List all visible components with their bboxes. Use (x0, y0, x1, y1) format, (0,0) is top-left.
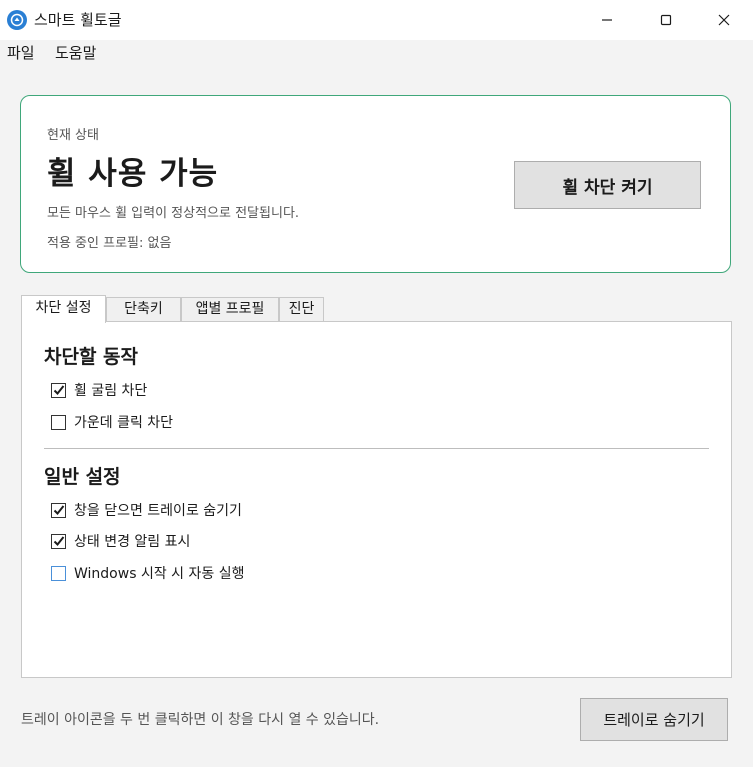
option-block-wheel-scroll[interactable]: 휠 굴림 차단 (51, 380, 147, 400)
status-heading: 휠 사용 가능 (47, 156, 219, 192)
minimize-button[interactable] (578, 0, 636, 40)
option-run-at-windows-startup[interactable]: Windows 시작 시 자동 실행 (51, 563, 244, 583)
general-settings-heading: 일반 설정 (44, 466, 121, 488)
option-label: Windows 시작 시 자동 실행 (74, 566, 245, 582)
checkbox[interactable] (51, 414, 66, 430)
hide-to-tray-button[interactable]: 트레이로 숨기기 (580, 698, 728, 741)
minimize-icon (602, 19, 612, 21)
option-hide-to-tray-on-close[interactable]: 창을 닫으면 트레이로 숨기기 (51, 500, 242, 520)
option-label: 창을 닫으면 트레이로 숨기기 (74, 503, 242, 519)
app-logo-icon (7, 10, 27, 30)
checkbox[interactable] (51, 565, 66, 581)
checkbox[interactable] (51, 382, 66, 398)
title-bar: 스마트 휠토글 (0, 0, 753, 40)
option-show-status-notifications[interactable]: 상태 변경 알림 표시 (51, 531, 190, 551)
window-title: 스마트 휠토글 (34, 11, 122, 29)
checkbox[interactable] (51, 502, 66, 518)
status-caption: 현재 상태 (47, 128, 99, 143)
option-label: 가운데 클릭 차단 (74, 415, 174, 431)
tab-diagnostics[interactable]: 진단 (279, 297, 324, 322)
option-label: 상태 변경 알림 표시 (74, 534, 191, 550)
menu-bar: 파일 도움말 (0, 40, 753, 72)
option-block-middle-click[interactable]: 가운데 클릭 차단 (51, 412, 173, 432)
section-divider (44, 448, 709, 449)
tab-block-settings[interactable]: 차단 설정 (21, 295, 106, 323)
maximize-button[interactable] (637, 0, 695, 40)
active-profile-text: 적용 중인 프로필: 없음 (47, 236, 172, 251)
close-icon (718, 14, 730, 26)
tab-shortcuts[interactable]: 단축키 (106, 297, 181, 322)
block-settings-panel: 차단할 동작 휠 굴림 차단 가운데 클릭 차단 일반 설정 창을 닫으면 트레… (21, 321, 732, 678)
close-button[interactable] (695, 0, 753, 40)
status-description: 모든 마우스 휠 입력이 정상적으로 전달됩니다. (47, 206, 300, 221)
checkmark-icon (53, 505, 64, 515)
menu-help[interactable]: 도움말 (55, 42, 96, 64)
option-label: 휠 굴림 차단 (74, 383, 148, 399)
checkmark-icon (53, 536, 64, 546)
checkbox[interactable] (51, 533, 66, 549)
wheel-block-toggle-button[interactable]: 휠 차단 켜기 (514, 161, 701, 209)
checkmark-icon (53, 385, 64, 395)
maximize-icon (660, 14, 672, 26)
tray-hint-text: 트레이 아이콘을 두 번 클릭하면 이 창을 다시 열 수 있습니다. (21, 712, 380, 728)
status-panel: 현재 상태 휠 사용 가능 모든 마우스 휠 입력이 정상적으로 전달됩니다. … (20, 95, 731, 273)
menu-file[interactable]: 파일 (7, 42, 35, 64)
block-actions-heading: 차단할 동작 (44, 346, 139, 368)
tab-app-profiles[interactable]: 앱별 프로필 (181, 297, 279, 322)
